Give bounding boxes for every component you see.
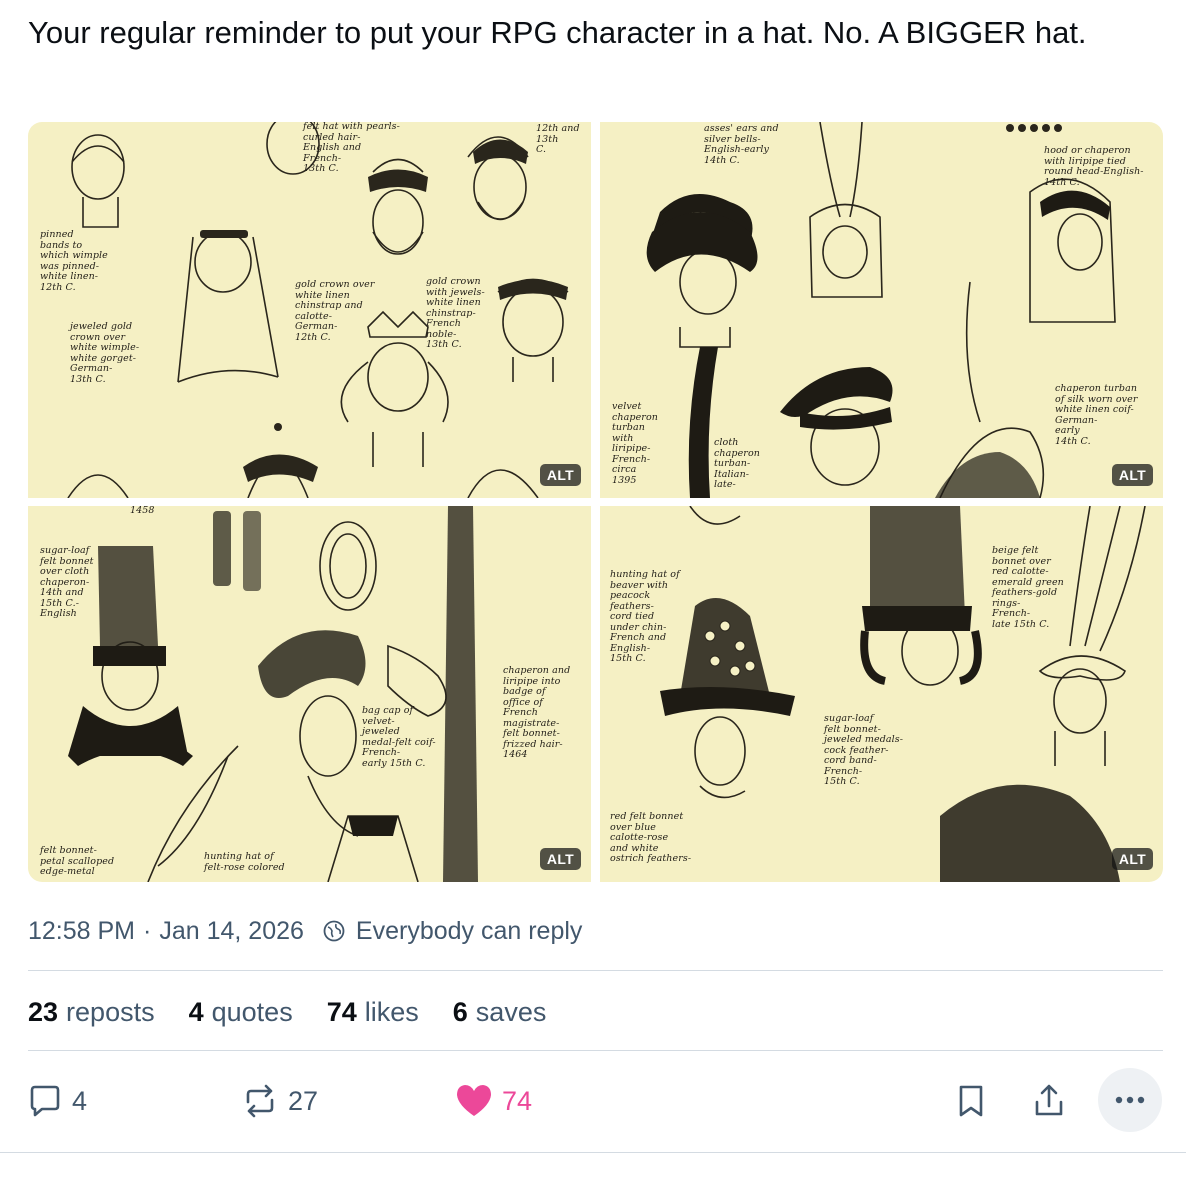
caption: 1458 [130,506,155,516]
divider [28,970,1163,971]
caption: cloth chaperon turban- Italian- late- [714,437,760,490]
caption: pinned bands to which wimple was pinned-… [40,229,108,293]
separator: · [143,916,152,945]
like-button[interactable]: 74 [454,1068,532,1134]
post-meta: 12:58 PM · Jan 14, 2026 Everybody can re… [28,914,582,948]
repost-button[interactable]: 27 [240,1068,318,1134]
alt-badge[interactable]: ALT [1111,848,1153,870]
post-stats: 23 reposts 4 quotes 74 likes 6 saves [28,994,580,1030]
alt-badge[interactable]: ALT [1111,464,1153,486]
caption: chaperon turban of silk worn over white … [1055,383,1138,447]
caption: felt bonnet- petal scalloped edge-metal [40,845,115,877]
bookmark-button[interactable] [954,1068,988,1134]
repost-icon [246,1084,274,1118]
reply-count: 4 [72,1085,88,1116]
repost-count: 27 [288,1085,319,1116]
divider [0,1152,1186,1153]
bookmark-icon [959,1085,983,1117]
likes-stat[interactable]: 74 likes [327,997,419,1028]
post-text: Your regular reminder to put your RPG ch… [28,15,1087,50]
caption: gold crown over white linen chinstrap an… [295,279,375,343]
reply-setting[interactable]: Everybody can reply [356,917,583,946]
caption: asses' ears and silver bells- English-ea… [704,123,779,166]
gallery-image-4[interactable]: hunting hat of beaver with peacock feath… [600,506,1163,882]
heart-icon [457,1085,491,1116]
share-button[interactable] [1030,1068,1068,1134]
reposts-stat[interactable]: 23 reposts [28,997,155,1028]
gallery-image-1[interactable]: felt hat with pearls- curled hair- Engli… [28,122,591,498]
alt-badge[interactable]: ALT [539,464,581,486]
share-icon [1035,1084,1063,1116]
more-options-button[interactable] [1098,1068,1162,1132]
reply-button[interactable]: 4 [26,1068,87,1134]
more-icon [1115,1096,1145,1104]
gallery-image-2[interactable]: asses' ears and silver bells- English-ea… [600,122,1163,498]
caption: red felt bonnet over blue calotte-rose a… [610,811,692,864]
action-bar: 4 27 74 [0,1068,1186,1134]
image-gallery: felt hat with pearls- curled hair- Engli… [28,122,1163,882]
alt-badge[interactable]: ALT [539,848,581,870]
reply-icon [30,1085,60,1117]
caption: gold crown with jewels- white linen chin… [426,276,485,350]
divider [28,1050,1163,1051]
caption: jeweled gold crown over white wimple- wh… [70,321,140,385]
caption: hood or chaperon with liripipe tied roun… [1044,145,1144,188]
caption: sugar-loaf felt bonnet over cloth chaper… [40,545,94,619]
caption: 12th and 13th C. [536,123,580,155]
post-date: Jan 14, 2026 [159,916,304,945]
gallery-image-3[interactable]: 1458 sugar-loaf felt bonnet over cloth c… [28,506,591,882]
caption: sugar-loaf felt bonnet- jeweled medals- … [824,713,904,787]
caption: velvet chaperon turban with liripipe- Fr… [612,401,658,486]
like-count: 74 [502,1085,533,1116]
caption: hunting hat of felt-rose colored [204,851,285,873]
post-time: 12:58 PM [28,916,136,945]
caption: felt hat with pearls- curled hair- Engli… [303,122,400,174]
caption: chaperon and liripipe into badge of offi… [503,665,571,760]
quotes-stat[interactable]: 4 quotes [189,997,293,1028]
globe-icon [323,920,345,942]
caption: beige felt bonnet over red calotte- emer… [992,545,1064,630]
caption: hunting hat of beaver with peacock feath… [610,569,680,664]
saves-stat[interactable]: 6 saves [453,997,547,1028]
caption: bag cap of velvet- jeweled medal-felt co… [362,705,436,769]
